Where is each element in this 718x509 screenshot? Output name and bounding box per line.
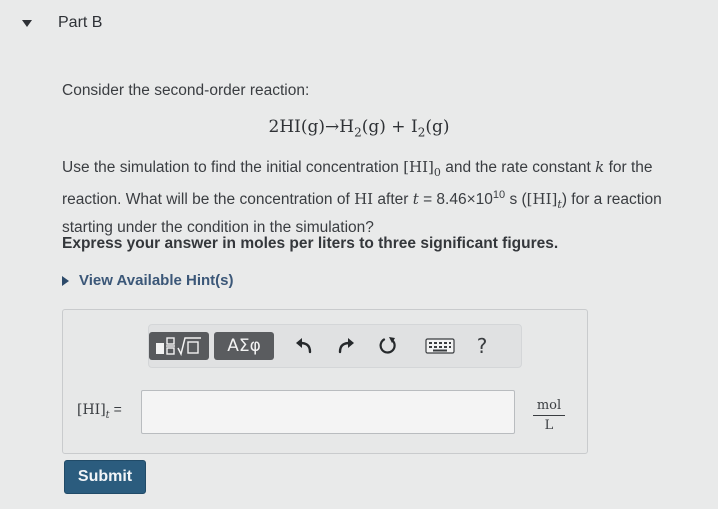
reactant-formula: HI [279,117,301,137]
undo-button[interactable] [291,335,317,357]
product1-subscript: 2 [354,125,362,140]
part-header[interactable]: Part B [22,14,102,32]
product2-state: (g) [425,117,450,137]
undo-icon [296,338,312,354]
question-part: and the rate constant [440,159,596,176]
collapse-caret-icon[interactable] [22,19,32,27]
greek-symbols-button[interactable]: ΑΣφ [214,332,274,360]
hi-symbol: HI [354,190,374,209]
unit-fraction-bar [533,415,565,416]
product2-formula: I [410,117,418,137]
question-part: s ( [505,191,527,209]
plus-sign: + [385,117,411,137]
unit-denominator: L [544,418,554,433]
part-title: Part B [58,14,103,31]
redo-icon [338,338,354,354]
problem-intro: Consider the second-order reaction: [62,82,310,99]
answer-variable-label: [HI]t = [77,401,122,421]
initial-concentration-symbol: [HI]0 [403,158,441,179]
expand-caret-icon [62,275,69,286]
reaction-arrow: → [325,117,340,137]
templates-icon [156,337,201,357]
equals-sign: = [109,401,122,417]
question-part: Use the simulation to find the initial c… [62,159,404,176]
reactant-state: (g) [300,117,326,137]
math-toolbar: ΑΣφ ? [148,324,522,368]
answer-instruction: Express your answer in moles per liters … [62,235,559,252]
unit-numerator: mol [536,398,562,413]
product1-state: (g) [361,117,386,137]
help-button[interactable]: ? [469,333,495,359]
final-concentration-symbol: [HI]t [526,190,562,211]
conc0-label: [HI] [403,158,434,176]
reactant-coefficient: 2 [268,117,280,137]
reaction-equation: 2HI(g)→H2(g) + I2(g) [0,117,718,139]
keyboard-icon [425,338,455,354]
answer-unit: mol L [527,398,571,433]
view-hints-toggle[interactable]: View Available Hint(s) [62,272,234,289]
answer-input[interactable] [141,390,515,434]
product1-formula: H [339,117,355,137]
redo-button[interactable] [333,335,359,357]
question-part: after [373,191,413,209]
keyboard-button[interactable] [424,336,456,356]
reset-icon [379,337,396,354]
templates-button[interactable] [149,332,209,360]
answer-variable: [HI] [77,402,106,418]
answer-panel: ΑΣφ ? [HI]t = mol L [62,309,588,454]
question-text: Use the simulation to find the initial c… [62,156,692,239]
rate-constant-symbol: k [595,158,605,176]
view-hints-link[interactable]: View Available Hint(s) [79,272,234,289]
time-exponent: 10 [492,189,506,201]
submit-button[interactable]: Submit [64,460,146,494]
reset-button[interactable] [375,335,401,357]
conc0-subscript: 0 [433,166,441,179]
time-value: = 8.46×10 [418,191,493,209]
conct-label: [HI] [526,190,558,209]
